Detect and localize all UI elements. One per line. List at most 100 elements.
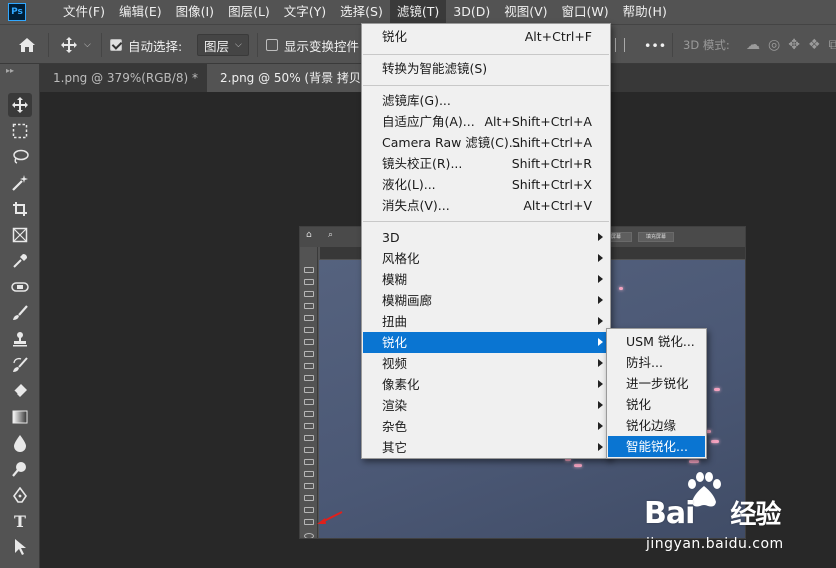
menu-item-3d[interactable]: 3D	[363, 227, 609, 248]
tab-1png[interactable]: 1.png @ 379%(RGB/8) * ×	[40, 64, 205, 92]
menu-item-blur-gallery[interactable]: 模糊画廊	[363, 290, 609, 311]
tab-label: 1.png @ 379%(RGB/8) *	[53, 71, 198, 85]
menu-item-label: 镜头校正(R)...	[382, 156, 463, 171]
3d-scale-icon[interactable]: ⧉	[829, 37, 836, 53]
menu-layer[interactable]: 图层(L)	[221, 0, 277, 24]
crop-tool-icon[interactable]	[8, 197, 32, 221]
menu-item-shortcut: Shift+Ctrl+X	[511, 177, 592, 192]
3d-roll-icon[interactable]: ◎	[768, 37, 780, 53]
auto-select-checkbox[interactable]: 自动选择:	[110, 25, 182, 65]
pen-tool-icon[interactable]	[8, 483, 32, 507]
menu-item-render[interactable]: 渲染	[363, 395, 609, 416]
menu-view[interactable]: 视图(V)	[497, 0, 554, 24]
panel-collapse-icon[interactable]: ▸▸	[6, 66, 14, 75]
submenu-item-smart-sharpen[interactable]: 智能锐化...	[608, 436, 705, 457]
3d-slide-icon[interactable]: ❖	[808, 37, 821, 53]
submenu-arrow-icon	[598, 422, 603, 430]
menu-item-distort[interactable]: 扭曲	[363, 311, 609, 332]
3d-mode-buttons: ☁ ◎ ✥ ❖ ⧉	[746, 25, 836, 65]
menu-filter[interactable]: 滤镜(T)	[389, 0, 447, 24]
sharpen-submenu: USM 锐化... 防抖... 进一步锐化 锐化 锐化边缘 智能锐化...	[606, 328, 707, 459]
menu-help[interactable]: 帮助(H)	[616, 0, 674, 24]
menu-item-label: 杂色	[382, 419, 408, 434]
menu-item-lens-correction[interactable]: 镜头校正(R)... Shift+Ctrl+R	[363, 153, 609, 174]
chevron-down-icon: ⌵	[235, 40, 242, 50]
submenu-item-sharpen[interactable]: 锐化	[608, 394, 705, 415]
menu-window[interactable]: 窗口(W)	[555, 0, 616, 24]
close-icon[interactable]: ×	[204, 71, 205, 85]
menu-item-liquify[interactable]: 液化(L)... Shift+Ctrl+X	[363, 174, 609, 195]
menu-item-noise[interactable]: 杂色	[363, 416, 609, 437]
menu-item-label: 视频	[382, 356, 408, 371]
brush-tool-icon[interactable]	[8, 301, 32, 325]
lasso-tool-icon[interactable]	[8, 145, 32, 169]
menu-item-camera-raw[interactable]: Camera Raw 滤镜(C)... Shift+Ctrl+A	[363, 132, 609, 153]
more-options-button[interactable]: •••	[644, 25, 666, 65]
menu-item-label: 其它	[382, 440, 408, 455]
gradient-tool-icon[interactable]	[8, 405, 32, 429]
healing-brush-tool-icon[interactable]	[8, 275, 32, 299]
home-button[interactable]	[18, 25, 36, 65]
show-transform-check-icon	[266, 39, 278, 51]
menu-edit[interactable]: 编辑(E)	[112, 0, 169, 24]
menu-image[interactable]: 图像(I)	[169, 0, 221, 24]
menu-item-blur[interactable]: 模糊	[363, 269, 609, 290]
menu-item-label: 模糊画廊	[382, 293, 433, 308]
menu-item-last-filter[interactable]: 锐化 Alt+Ctrl+F	[363, 26, 609, 47]
home-icon	[19, 38, 35, 52]
menu-item-label: 像素化	[382, 377, 420, 392]
photoshop-logo-icon: Ps	[8, 3, 26, 21]
menu-item-other[interactable]: 其它	[363, 437, 609, 458]
move-tool-icon[interactable]	[8, 93, 32, 117]
move-tool-preset-button[interactable]: ⌵	[60, 25, 91, 65]
baidu-jingyan-watermark: Bai 经验 jingyan.baidu.com	[640, 470, 836, 568]
eyedropper-tool-icon[interactable]	[8, 249, 32, 273]
frame-tool-icon[interactable]	[8, 223, 32, 247]
menu-item-label: 模糊	[382, 272, 408, 287]
menu-item-adaptive-wide-angle[interactable]: 自适应广角(A)... Alt+Shift+Ctrl+A	[363, 111, 609, 132]
3d-orbit-icon[interactable]: ☁	[746, 37, 760, 53]
menu-type[interactable]: 文字(Y)	[277, 0, 333, 24]
menu-item-shortcut: Shift+Ctrl+A	[511, 135, 592, 150]
submenu-arrow-icon	[598, 443, 603, 451]
3d-mode-label: 3D 模式:	[683, 38, 730, 52]
type-tool-icon[interactable]: T	[8, 509, 32, 533]
menu-item-label: 液化(L)...	[382, 177, 436, 192]
path-selection-tool-icon[interactable]	[8, 535, 32, 559]
menu-file[interactable]: 文件(F)	[56, 0, 112, 24]
menu-item-pixelate[interactable]: 像素化	[363, 374, 609, 395]
menu-bar: Ps 文件(F) 编辑(E) 图像(I) 图层(L) 文字(Y) 选择(S) 滤…	[0, 0, 836, 24]
watermark-url: jingyan.baidu.com	[646, 536, 784, 552]
menu-item-filter-gallery[interactable]: 滤镜库(G)...	[363, 90, 609, 111]
menu-item-label: 3D	[382, 230, 400, 245]
submenu-item-sharpen-more[interactable]: 进一步锐化	[608, 373, 705, 394]
dodge-tool-icon[interactable]	[8, 457, 32, 481]
menu-item-stylize[interactable]: 风格化	[363, 248, 609, 269]
blur-tool-icon[interactable]	[8, 431, 32, 455]
history-brush-tool-icon[interactable]	[8, 353, 32, 377]
menu-3d[interactable]: 3D(D)	[446, 0, 497, 24]
eraser-tool-icon[interactable]	[8, 379, 32, 403]
marquee-tool-icon[interactable]	[8, 119, 32, 143]
auto-select-target-dropdown[interactable]: 图层 ⌵	[197, 34, 249, 56]
show-transform-checkbox[interactable]: 显示变换控件	[266, 25, 359, 65]
magic-wand-tool-icon[interactable]	[8, 171, 32, 195]
menu-item-sharpen[interactable]: 锐化	[363, 332, 609, 353]
submenu-item-unsharp-mask[interactable]: USM 锐化...	[608, 331, 705, 352]
menu-separator	[363, 85, 609, 86]
menu-item-convert-smart-filters[interactable]: 转换为智能滤镜(S)	[363, 58, 609, 79]
move-icon	[61, 37, 77, 53]
menu-select[interactable]: 选择(S)	[333, 0, 390, 24]
menu-item-label: 锐化	[382, 29, 408, 44]
3d-pan-icon[interactable]: ✥	[788, 37, 800, 53]
clone-stamp-tool-icon[interactable]	[8, 327, 32, 351]
align-buttons[interactable]	[615, 25, 625, 65]
submenu-item-shake-reduction[interactable]: 防抖...	[608, 352, 705, 373]
submenu-item-sharpen-edges[interactable]: 锐化边缘	[608, 415, 705, 436]
embedded-tools-panel	[300, 247, 318, 538]
menu-item-label: 消失点(V)...	[382, 198, 450, 213]
menu-item-video[interactable]: 视频	[363, 353, 609, 374]
embedded-home-icon: ⌂	[306, 230, 312, 240]
menu-item-vanishing-point[interactable]: 消失点(V)... Alt+Ctrl+V	[363, 195, 609, 216]
menu-separator	[363, 221, 609, 222]
